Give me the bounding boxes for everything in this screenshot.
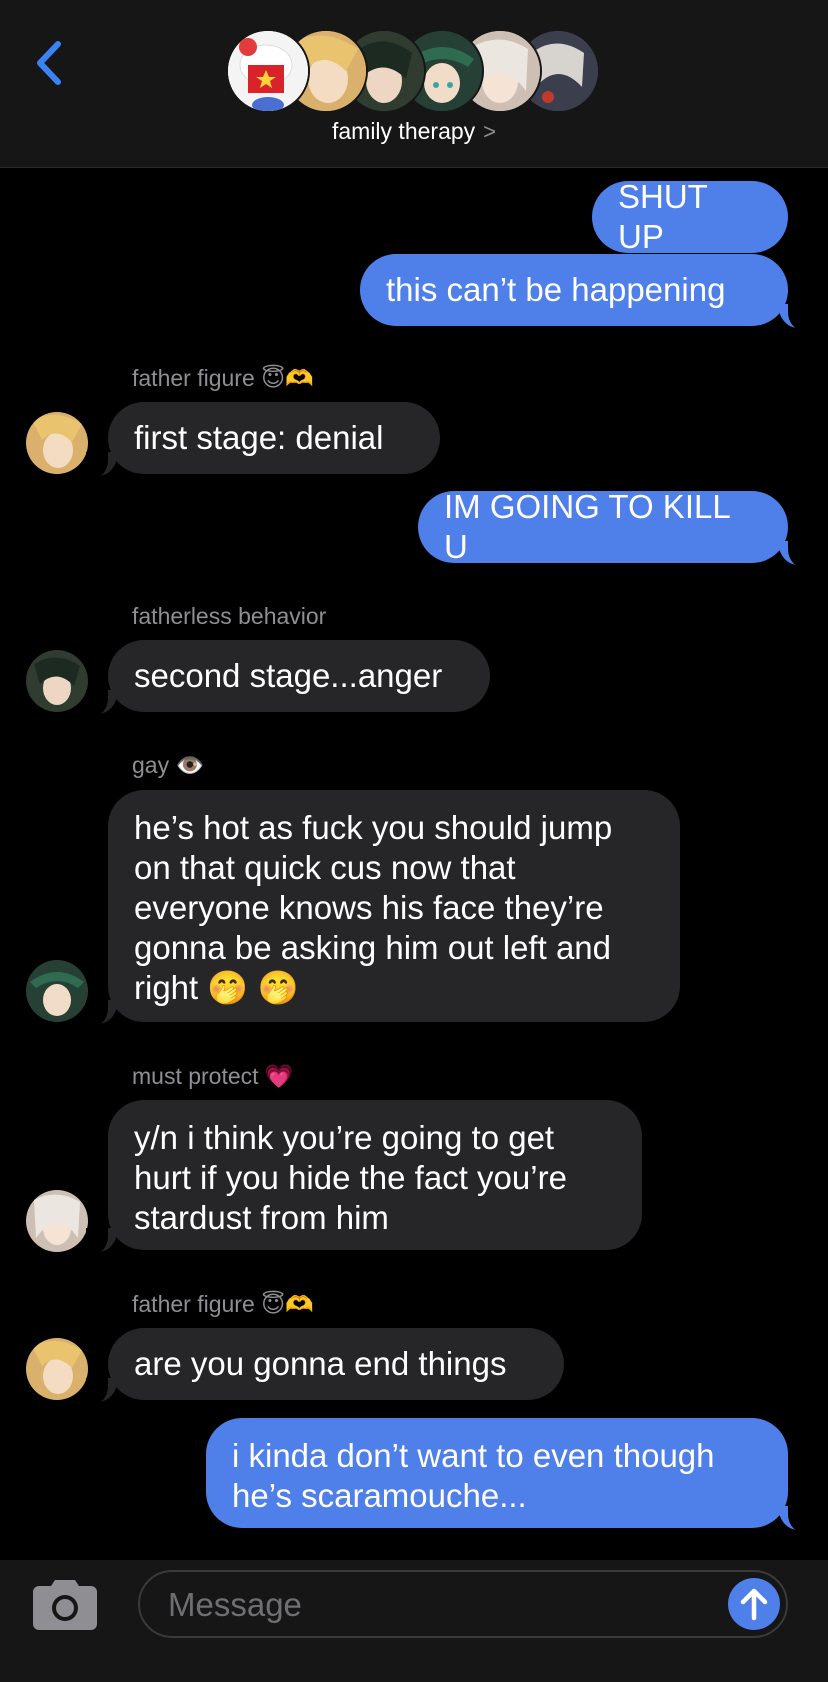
group-name[interactable]: family therapy > <box>0 118 828 145</box>
avatar-hello-kitty <box>226 29 310 113</box>
message-text: are you gonna end things <box>134 1345 507 1382</box>
message-input[interactable] <box>166 1584 710 1626</box>
incoming-message[interactable]: he’s hot as fuck you should jump on that… <box>86 790 680 1026</box>
incoming-message[interactable]: second stage...anger <box>86 640 490 716</box>
incoming-message[interactable]: first stage: denial <box>86 402 440 478</box>
sender-name: father figure 😇🫶 <box>132 365 314 391</box>
bubble-tail <box>778 304 810 330</box>
outgoing-message[interactable]: IM GOING TO KILL U <box>418 488 810 567</box>
message-text: second stage...anger <box>134 657 443 694</box>
group-name-label: family therapy <box>331 118 476 144</box>
chevron-right-icon: > <box>483 119 497 144</box>
avatar-fatherless-behavior[interactable] <box>26 650 88 712</box>
bubble-tail <box>778 541 810 567</box>
message-line: i kinda don’t want to even though <box>232 1437 715 1474</box>
message-line: y/n i think you’re going to get <box>134 1119 555 1156</box>
message-text: this can’t be happening <box>386 271 726 308</box>
avatar-father-figure[interactable] <box>26 1338 88 1400</box>
message-line: on that quick cus now that <box>134 849 516 886</box>
message-text: IM GOING TO KILL U <box>444 488 730 565</box>
back-chevron-icon[interactable] <box>30 38 70 88</box>
message-line: right 🤭 🤭 <box>134 969 299 1006</box>
message-input-field[interactable] <box>138 1570 788 1638</box>
avatar-father-figure[interactable] <box>26 412 88 474</box>
incoming-message[interactable]: are you gonna end things <box>86 1328 564 1404</box>
outgoing-message[interactable]: SHUT UP <box>592 178 788 255</box>
bubble-tail <box>86 1378 118 1404</box>
message-line: gonna be asking him out left and <box>134 929 612 966</box>
send-button[interactable] <box>728 1578 780 1630</box>
avatar-must-protect[interactable] <box>26 1190 88 1252</box>
conversation-header: family therapy > <box>0 0 828 168</box>
bubble-tail <box>86 452 118 478</box>
message-text: SHUT UP <box>618 178 708 255</box>
sender-name: must protect 💗 <box>132 1063 294 1089</box>
incoming-message[interactable]: y/n i think you’re going to get hurt if … <box>86 1100 642 1254</box>
message-line: he’s hot as fuck you should jump <box>134 809 613 846</box>
sender-name: father figure 😇🫶 <box>132 1291 314 1317</box>
avatar-gay[interactable] <box>26 960 88 1022</box>
message-line: he’s scaramouche... <box>232 1477 527 1514</box>
outgoing-message[interactable]: this can’t be happening <box>360 254 810 330</box>
sender-name: fatherless behavior <box>132 603 327 629</box>
message-line: stardust from him <box>134 1199 389 1236</box>
message-composer <box>0 1560 828 1682</box>
message-line: everyone knows his face they’re <box>134 889 604 926</box>
group-avatars[interactable] <box>226 29 606 113</box>
sender-name: gay 👁️ <box>132 752 205 778</box>
bubble-tail <box>778 1506 810 1532</box>
bubble-tail <box>86 1228 118 1254</box>
message-line: hurt if you hide the fact you’re <box>134 1159 567 1196</box>
message-text: first stage: denial <box>134 419 384 456</box>
outgoing-message[interactable]: i kinda don’t want to even though he’s s… <box>206 1418 810 1532</box>
camera-icon[interactable] <box>33 1580 97 1630</box>
bubble-tail <box>86 1000 118 1026</box>
bubble-tail <box>86 690 118 716</box>
send-arrow-icon <box>740 1588 768 1621</box>
